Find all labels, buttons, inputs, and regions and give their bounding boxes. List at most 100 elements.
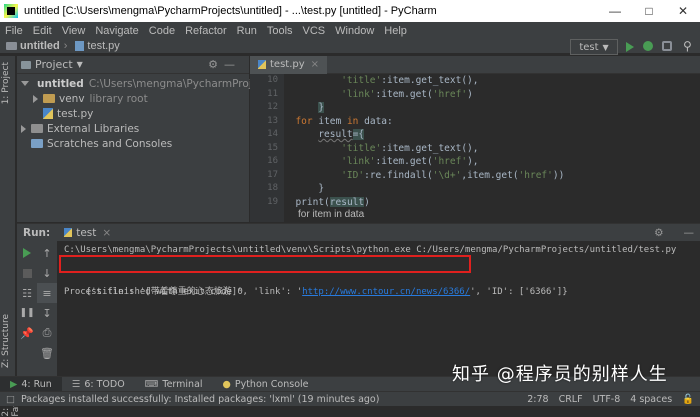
breadcrumb-project[interactable]: untitled [20, 40, 60, 52]
arrow-up-icon: ↑ [42, 246, 52, 260]
tool-tab-todo[interactable]: ☰ 6: TODO [62, 377, 135, 392]
code-line: for item in data: [295, 115, 393, 127]
line-separator[interactable]: CRLF [559, 394, 583, 405]
chevron-down-icon: ▼ [602, 42, 609, 52]
console-result-link[interactable]: http://www.cntour.cn/news/6366/ [302, 287, 470, 297]
run-config-selector[interactable]: test ▼ [570, 39, 618, 55]
code-breadcrumb[interactable]: for item in data [284, 207, 700, 222]
menu-view[interactable]: View [57, 25, 91, 37]
status-bar: □ Packages installed successfully: Insta… [0, 391, 700, 406]
tool-tab-python-console[interactable]: ● Python Console [213, 377, 319, 392]
project-tool-tab[interactable]: 1: Project [1, 62, 11, 104]
project-panel: Project ▼ ⚙— untitled C:\Users\mengma\Py… [17, 56, 311, 222]
console-output[interactable]: C:\Users\mengma\PycharmProjects\untitled… [57, 241, 700, 376]
collapse-arrow-icon [21, 124, 26, 133]
run-button[interactable] [626, 42, 634, 52]
line-number: 18 [267, 183, 278, 193]
menu-refactor[interactable]: Refactor [180, 25, 232, 37]
tool-tab-run[interactable]: ▶ 4: Run [0, 376, 62, 392]
editor-tab-test-py[interactable]: test.py × [250, 55, 328, 74]
tree-file[interactable]: test.py [17, 106, 249, 121]
scroll-down-button[interactable]: ↓ [37, 263, 57, 283]
coverage-button[interactable] [662, 41, 672, 51]
console-result-line: {'title': '[带着尊重的心态旅游]', 'link': 'http:/… [57, 255, 700, 297]
run-settings-icon[interactable]: ⚙ [654, 227, 663, 239]
code-editor[interactable]: 'title':item.get_text(), 'link':item.get… [284, 74, 700, 222]
run-tab-test[interactable]: test [76, 227, 96, 239]
tree-venv[interactable]: venv library root [17, 91, 249, 106]
panel-actions-icon[interactable]: ⚙— [208, 58, 241, 71]
tree-external-libraries[interactable]: External Libraries [17, 121, 249, 136]
debug-button[interactable] [643, 41, 653, 51]
status-message[interactable]: Packages installed successfully: Install… [21, 394, 379, 405]
tool-tab-terminal[interactable]: ⌨ Terminal [135, 377, 213, 392]
python-file-icon [43, 108, 53, 119]
pin-icon: 📌 [20, 326, 34, 340]
close-run-tab-icon[interactable]: × [102, 227, 111, 239]
tool-tab-terminal-label: Terminal [162, 378, 203, 390]
soft-wrap-button[interactable]: ≡ [37, 283, 57, 303]
menu-window[interactable]: Window [330, 25, 379, 37]
restore-layout-button[interactable]: ☷ [17, 283, 37, 303]
line-number: 14 [267, 129, 278, 139]
venv-folder-icon [43, 94, 55, 103]
menu-edit[interactable]: Edit [28, 25, 57, 37]
print-button[interactable]: ⎙ [37, 323, 57, 343]
code-line: 'link':item.get('href'), [341, 156, 479, 167]
search-everywhere-button[interactable]: ⚲ [683, 39, 692, 53]
pause-button[interactable]: ❚❚ [17, 303, 37, 323]
project-panel-header: Project ▼ ⚙— [17, 56, 249, 74]
run-panel-label: Run: [23, 226, 51, 239]
layout-icon: ☷ [22, 286, 32, 300]
menu-file[interactable]: File [0, 25, 28, 37]
menu-navigate[interactable]: Navigate [90, 25, 143, 37]
scroll-up-button[interactable]: ↑ [37, 243, 57, 263]
line-number: 11 [267, 88, 278, 99]
close-button[interactable]: ✕ [666, 0, 700, 22]
lock-icon[interactable]: 🔓 [682, 394, 694, 405]
run-icon: ▶ [10, 378, 18, 390]
rerun-icon [23, 248, 31, 258]
code-line: 'title':item.get_text(), [341, 75, 479, 86]
stop-button[interactable] [17, 263, 37, 283]
python-file-icon [258, 60, 266, 69]
code-line: 'link':item.get('href') [341, 88, 473, 100]
menu-tools[interactable]: Tools [262, 25, 298, 37]
tree-scratches[interactable]: Scratches and Consoles [17, 136, 249, 151]
line-number: 17 [267, 169, 278, 180]
rerun-button[interactable] [17, 243, 37, 263]
file-encoding[interactable]: UTF-8 [593, 394, 621, 405]
code-line: result={ [318, 129, 365, 140]
menu-help[interactable]: Help [379, 25, 412, 37]
indent-setting[interactable]: 4 spaces [630, 394, 672, 405]
chevron-down-icon: ▼ [76, 60, 83, 69]
highlight-box [59, 255, 471, 273]
clear-console-button[interactable]: 🗑 [37, 343, 57, 363]
breadcrumb-file[interactable]: test.py [87, 40, 119, 52]
scroll-end-icon: ↧ [42, 306, 52, 320]
chevron-right-icon: › [63, 40, 68, 52]
caret-position[interactable]: 2:78 [527, 394, 548, 405]
zhihu-watermark: 知乎 @程序员的别样人生 [452, 364, 668, 385]
structure-tool-tab[interactable]: Z: Structure [1, 314, 11, 368]
maximize-button[interactable]: □ [632, 0, 666, 22]
project-folder-icon [21, 60, 31, 69]
menu-run[interactable]: Run [232, 25, 262, 37]
menu-code[interactable]: Code [144, 25, 180, 37]
project-view-label[interactable]: Project [35, 58, 73, 71]
tree-root[interactable]: untitled C:\Users\mengma\PycharmProjects… [17, 76, 311, 91]
pycharm-logo-icon [4, 4, 18, 18]
minimize-button[interactable]: — [598, 0, 632, 22]
scroll-to-end-button[interactable]: ↧ [37, 303, 57, 323]
code-line: } [318, 183, 325, 194]
pin-button[interactable]: 📌 [17, 323, 37, 343]
close-tab-icon[interactable]: × [311, 59, 319, 70]
menu-vcs[interactable]: VCS [298, 25, 331, 37]
code-line: 'title':item.get_text(), [341, 142, 479, 154]
hide-panel-icon[interactable]: — [684, 227, 695, 239]
status-icon: □ [6, 393, 15, 405]
run-toolbar: ↑ ↓ ☷ ≡ ❚❚ ↧ 📌 ⎙ 🗑 [17, 241, 57, 376]
python-file-icon [64, 228, 73, 237]
run-icon [626, 42, 634, 52]
